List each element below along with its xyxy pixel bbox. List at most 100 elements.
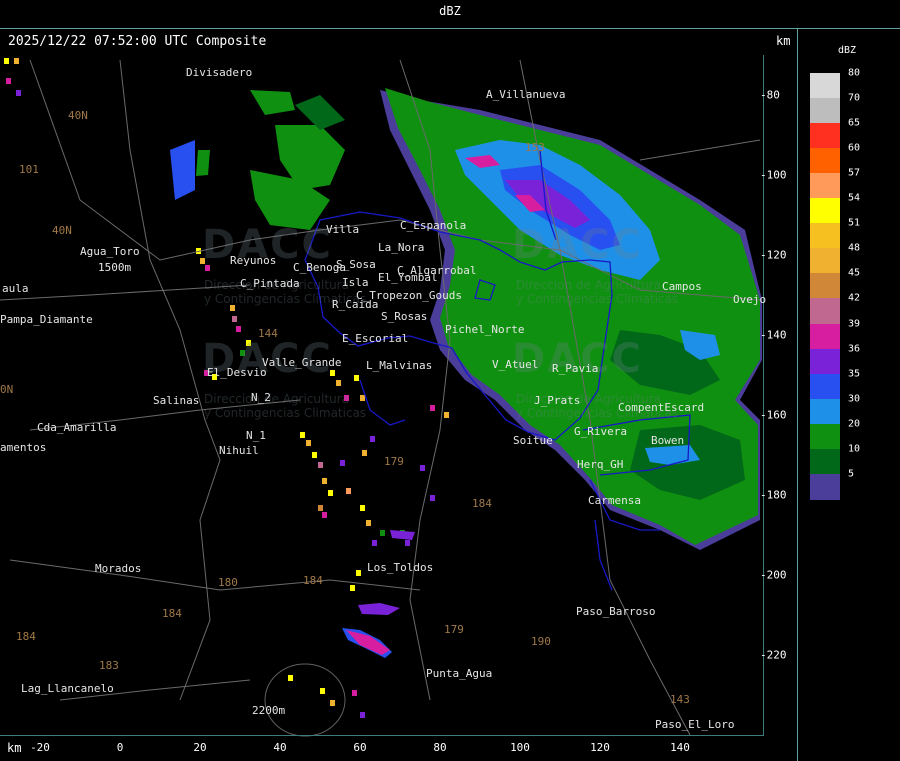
- y-axis-tick: -100: [760, 168, 787, 182]
- legend-label: 42: [848, 292, 861, 304]
- route-number-label: 184: [303, 574, 323, 587]
- x-axis-tick: 20: [193, 741, 207, 754]
- place-label-r-pavia: R_Pavia: [552, 362, 599, 375]
- radar-echo-region: [196, 150, 210, 176]
- place-label-salinas: Salinas: [153, 394, 200, 407]
- legend-label: 36: [848, 343, 861, 355]
- x-axis-unit-label: km: [7, 741, 22, 755]
- x-axis-tick: 60: [353, 741, 367, 754]
- legend-swatch: [810, 173, 840, 200]
- route-number-label: 179: [444, 623, 464, 636]
- radar-echo-region: [390, 530, 415, 540]
- x-axis-tick: 140: [670, 741, 690, 754]
- place-label-cda-amarilla: Cda_Amarilla: [37, 421, 117, 434]
- x-axis-tick: 40: [273, 741, 287, 754]
- radar-echo-cell: [306, 440, 311, 446]
- legend-swatch: [810, 448, 840, 475]
- legend-label: 70: [848, 92, 861, 104]
- route-number-label: 144: [258, 327, 278, 340]
- legend-swatch: [810, 148, 840, 175]
- radar-echo-cell: [420, 465, 425, 471]
- place-label-s-rosas: S_Rosas: [381, 310, 428, 323]
- y-axis-tick: -220: [760, 648, 787, 662]
- radar-echo-region: [170, 140, 195, 200]
- y-axis-tick: -160: [760, 408, 787, 422]
- frame-top-rule: [0, 28, 900, 29]
- radar-echo-cell: [346, 488, 351, 494]
- panel-title: dBZ: [439, 4, 461, 18]
- legend-swatch: [810, 298, 840, 325]
- radar-echo-cell: [350, 585, 355, 591]
- radar-echo-cell: [320, 688, 325, 694]
- place-label-herq-gh: Herq_GH: [577, 458, 624, 471]
- place-label-n2: N_2: [251, 391, 271, 404]
- place-label-s-sosa: S_Sosa: [336, 258, 376, 271]
- place-label-la-nora: La_Nora: [378, 241, 425, 254]
- place-label-isla: Isla: [342, 276, 369, 289]
- legend-swatch: [810, 248, 840, 275]
- legend-label: 48: [848, 242, 861, 254]
- place-label-e-escorial: E_Escorial: [342, 332, 409, 345]
- legend-label: 51: [848, 217, 861, 229]
- radar-echo-cell: [318, 505, 323, 511]
- radar-echo-cell: [380, 530, 385, 536]
- legend-swatch: [810, 323, 840, 350]
- place-label-campos: Campos: [662, 280, 702, 293]
- place-label-paso-el-loro: Paso_El_Loro: [655, 718, 735, 731]
- radar-echo-cell: [430, 405, 435, 411]
- radar-echo-cell: [6, 78, 11, 84]
- radar-echo-cell: [372, 540, 377, 546]
- radar-map: [0, 58, 762, 737]
- route-number-label: 0N: [0, 383, 14, 396]
- route-number-label: 179: [384, 455, 404, 468]
- legend-label: 45: [848, 267, 861, 279]
- legend-swatch: [810, 98, 840, 125]
- place-label-ovejo: Ovejo: [733, 293, 767, 306]
- place-label-valle-grande: Valle_Grande: [262, 356, 342, 369]
- place-label-los-toldos: Los_Toldos: [367, 561, 434, 574]
- place-label-el-desvio: El_Desvio: [207, 366, 267, 379]
- legend-swatch: [810, 348, 840, 375]
- watermark-logo: DACC: [512, 222, 643, 268]
- place-label-soitue: Soitue: [513, 434, 553, 447]
- legend-swatch: [810, 123, 840, 150]
- radar-echo-cell: [405, 540, 410, 546]
- y-axis-tick: -80: [760, 88, 780, 102]
- legend-label: 60: [848, 142, 861, 154]
- radar-echo-cell: [366, 520, 371, 526]
- plot-border-bottom: [0, 735, 764, 736]
- place-label-punta-agua: Punta_Agua: [426, 667, 493, 680]
- route-number-label: 183: [99, 659, 119, 672]
- radar-echo-cell: [232, 316, 237, 322]
- legend-swatch: [810, 398, 840, 425]
- x-axis-tick: -20: [30, 741, 50, 754]
- route-number-label: 153: [525, 141, 545, 154]
- place-label-l-malvinas: L_Malvinas: [366, 359, 433, 372]
- place-label-r-caida: R_Caida: [332, 298, 379, 311]
- route-number-label: 184: [472, 497, 492, 510]
- place-label-bowen: Bowen: [651, 434, 685, 447]
- place-label-amentos: amentos: [0, 441, 47, 454]
- radar-echo-cell: [4, 58, 9, 64]
- legend-title: dBZ: [838, 45, 857, 56]
- radar-echo-cell: [322, 512, 327, 518]
- place-label-c-pintada: C_Pintada: [240, 277, 300, 290]
- radar-echo-cell: [444, 412, 449, 418]
- route-number-label: 180: [218, 576, 238, 589]
- x-axis-tick: 100: [510, 741, 530, 754]
- place-label-pampa-diamante: Pampa_Diamante: [0, 313, 93, 326]
- route-number-label: 40N: [52, 224, 72, 237]
- plot-border-right: [763, 55, 764, 735]
- place-label-reyunos: Reyunos: [230, 254, 277, 267]
- radar-echo-cell: [312, 452, 317, 458]
- radar-echo-cell: [328, 490, 333, 496]
- legend-swatch: [810, 373, 840, 400]
- legend-label: 5: [848, 468, 855, 480]
- legend-label: 39: [848, 318, 861, 329]
- place-label-aula: aula: [2, 282, 29, 295]
- radar-echo-cell: [336, 380, 341, 386]
- route-number-label: 40N: [68, 109, 88, 122]
- y-axis-tick: -140: [760, 328, 787, 342]
- radar-echo-region: [295, 95, 345, 130]
- radar-echo-cell: [430, 495, 435, 501]
